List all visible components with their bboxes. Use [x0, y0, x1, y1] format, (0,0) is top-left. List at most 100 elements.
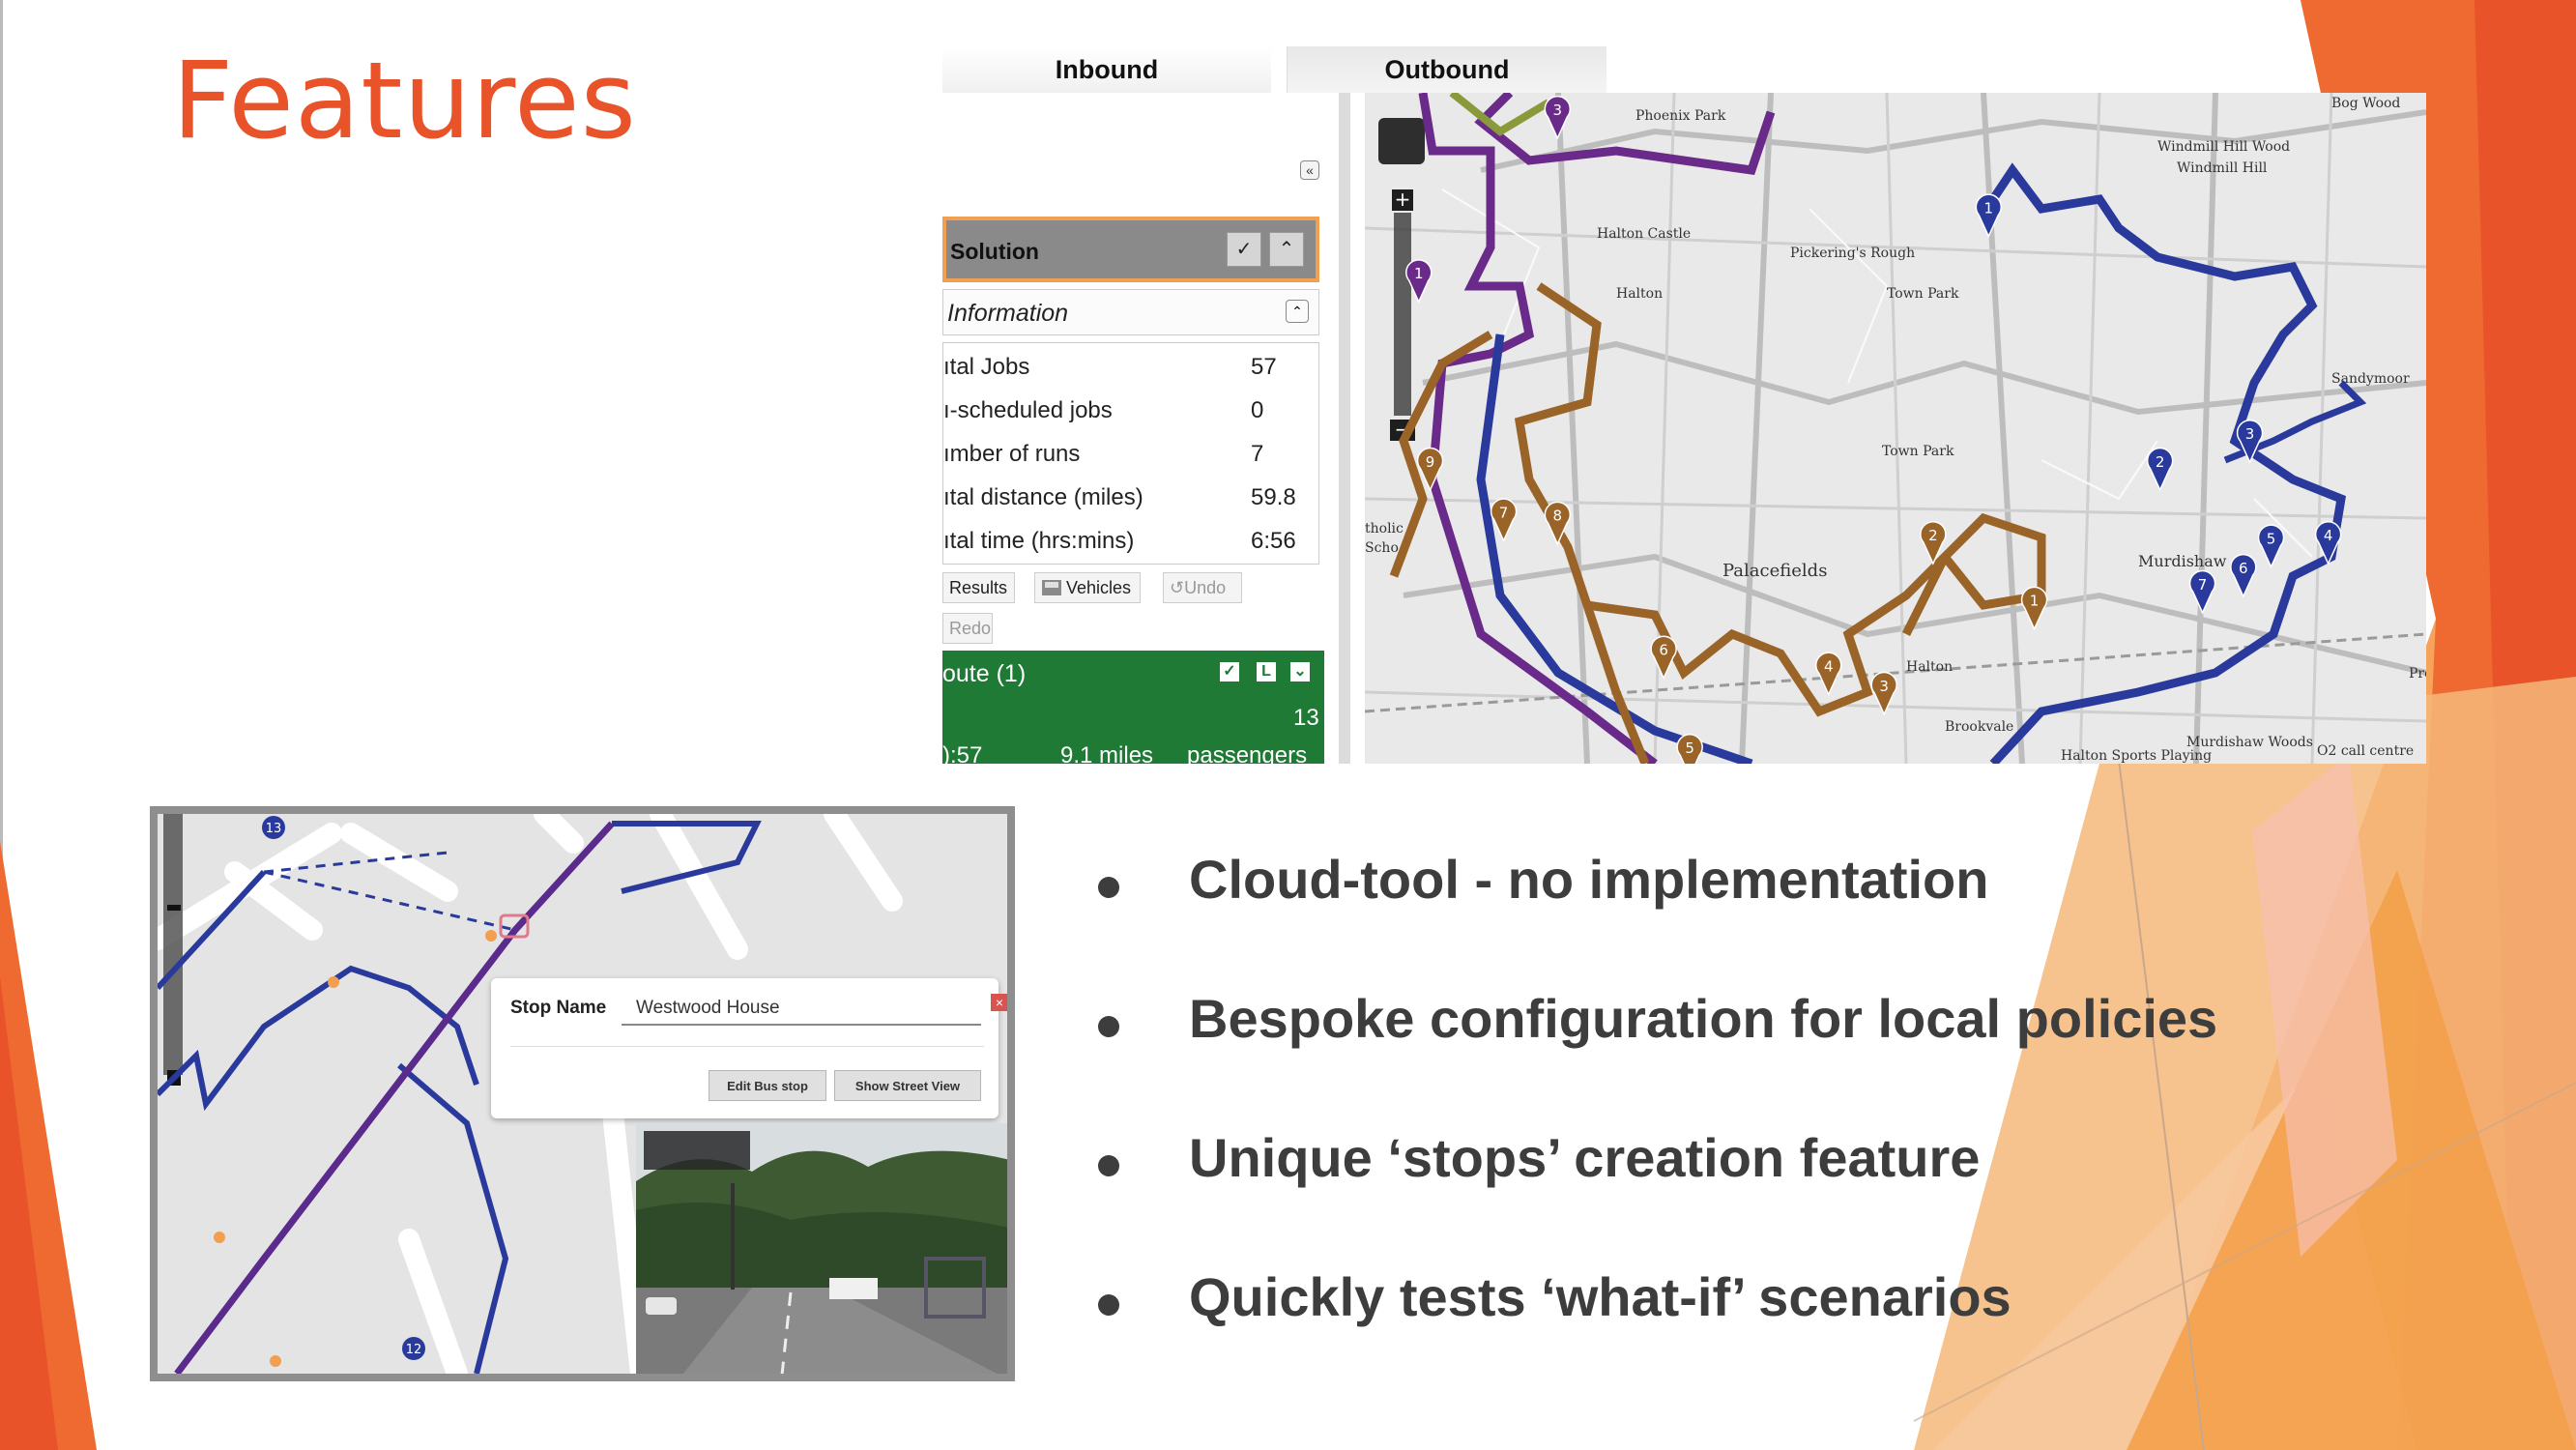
checkbox-icon[interactable]: ✓	[1227, 232, 1261, 267]
chevron-down-icon[interactable]: ⌄	[1290, 662, 1310, 682]
map-pin-label: 4	[2324, 527, 2333, 544]
information-header[interactable]: Information ⌃	[942, 289, 1319, 335]
zoom-slider[interactable]	[163, 814, 183, 1075]
map-pin-label: 5	[1685, 740, 1694, 757]
map-pin-label: 1	[2030, 593, 2040, 610]
vehicles-label: Vehicles	[1066, 577, 1132, 597]
undo-label: Undo	[1184, 577, 1227, 597]
route-l-button[interactable]: L	[1257, 662, 1276, 682]
bullet-icon	[1098, 877, 1119, 898]
place-label: tholic	[1365, 521, 1404, 536]
map-pin-label: 7	[1499, 504, 1509, 521]
place-label: Phoenix Park	[1635, 108, 1726, 124]
place-label: Scho	[1365, 540, 1399, 556]
undo-button[interactable]: ↺ Undo	[1163, 572, 1242, 603]
input-underline	[622, 1024, 981, 1026]
close-icon[interactable]: ×	[991, 994, 1007, 1011]
tab-inbound[interactable]: Inbound	[942, 46, 1271, 93]
map-pin-label: 2	[2156, 453, 2165, 471]
place-label: Bog Wood	[2331, 96, 2400, 111]
redo-button[interactable]: Redo	[942, 613, 993, 644]
place-label: Pickering's Rough	[1790, 246, 1915, 261]
stop-name-input[interactable]: Westwood House	[636, 998, 780, 1019]
route-map[interactable]: + − Phoenix Park Bog Wood Windmill Hill …	[1365, 93, 2426, 764]
stat-value: 57	[1251, 354, 1277, 380]
place-label: Windmill Hill	[2177, 160, 2268, 176]
place-label: O2 call centre	[2317, 743, 2414, 759]
route-time: ):57	[942, 742, 983, 764]
scheduler-panel: Inbound Outbound « Solution ✓ ⌃ Informat…	[942, 46, 2426, 764]
map-pin-label: 6	[2239, 560, 2248, 577]
vehicle-icon	[1042, 580, 1061, 595]
scrollbar[interactable]	[1339, 93, 1350, 764]
pan-control-icon[interactable]	[1378, 118, 1425, 164]
tab-outbound[interactable]: Outbound	[1287, 46, 1606, 93]
map-pin-label: 5	[2267, 530, 2276, 547]
table-row: ıtal time (hrs:mins) 6:56	[943, 522, 1320, 561]
stat-value: 6:56	[1251, 528, 1296, 554]
street-view-photo[interactable]	[636, 1123, 1007, 1374]
collapse-up-icon[interactable]: ⌃	[1286, 300, 1309, 323]
route-label: oute (1)	[942, 660, 1027, 687]
stat-value: 59.8	[1251, 484, 1296, 510]
zoom-slider[interactable]	[1394, 213, 1411, 416]
bullet-cloud-tool: Cloud-tool - no implementation	[1189, 849, 1989, 910]
bullet-bespoke-configuration: Bespoke configuration for local policies	[1189, 988, 2218, 1049]
checkbox-icon[interactable]: ✓	[1220, 662, 1239, 682]
place-label: Halton	[1906, 659, 1953, 675]
route-summary[interactable]: oute (1) ✓ L ⌄ 13 ):57 9.1 miles passeng…	[942, 651, 1324, 764]
solution-header[interactable]: Solution ✓ ⌃	[942, 217, 1319, 282]
route-distance: 9.1 miles	[1060, 742, 1154, 764]
stat-name: ımber of runs	[943, 441, 1081, 467]
stat-value: 0	[1251, 397, 1264, 423]
svg-text:+: +	[1395, 188, 1411, 211]
route-marker[interactable]: 12	[402, 1337, 425, 1360]
redo-label: Redo	[949, 618, 992, 638]
passengers-label: passengers	[1187, 742, 1308, 764]
solution-label: Solution	[950, 239, 1039, 264]
stop-popup: Stop Name Westwood House Edit Bus stop S…	[491, 978, 999, 1118]
undo-icon: ↺	[1170, 577, 1185, 597]
bullet-stops-creation: Unique ‘stops’ creation feature	[1189, 1127, 1981, 1188]
map-pin-label: 3	[1553, 102, 1563, 119]
stat-value: 7	[1251, 441, 1264, 467]
place-label: Murdishaw	[2138, 552, 2227, 570]
place-label: Brookvale	[1945, 719, 2013, 735]
collapse-up-icon[interactable]: ⌃	[1269, 232, 1304, 267]
results-button[interactable]: Results	[942, 572, 1015, 603]
place-label: Pre	[2409, 666, 2426, 682]
bullet-icon	[1098, 1155, 1119, 1176]
marker-label: 12	[406, 1343, 422, 1357]
place-label: Town Park	[1887, 286, 1959, 302]
stop-name-label: Stop Name	[510, 998, 607, 1018]
map-pin-label: 2	[1928, 527, 1938, 544]
double-chevron-left-icon[interactable]: «	[1300, 160, 1319, 180]
zoom-handle-icon[interactable]	[167, 905, 181, 911]
bullet-what-if: Quickly tests ‘what-if’ scenarios	[1189, 1266, 2012, 1327]
place-label: Palacefields	[1722, 561, 1827, 581]
table-row: ıtal distance (miles) 59.8	[943, 478, 1320, 517]
results-label: Results	[949, 577, 1008, 597]
map-pin-label: 6	[1659, 642, 1668, 659]
table-row: ımber of runs 7	[943, 435, 1320, 474]
route-marker[interactable]: 13	[262, 816, 285, 839]
information-label: Information	[947, 300, 1069, 327]
map-pin-label: 4	[1824, 657, 1834, 675]
map-pin-label: 1	[1984, 199, 1994, 217]
vehicles-button[interactable]: Vehicles	[1034, 572, 1141, 603]
bullet-icon	[1098, 1294, 1119, 1316]
stat-name: ı-scheduled jobs	[943, 397, 1113, 423]
show-street-view-button[interactable]: Show Street View	[834, 1070, 981, 1101]
map-pin-label: 1	[1414, 265, 1424, 282]
divider	[510, 1046, 984, 1047]
stat-name: ıtal time (hrs:mins)	[943, 528, 1135, 554]
bullet-icon	[1098, 1016, 1119, 1037]
map-pin-label: 7	[2198, 576, 2208, 594]
solution-sidebar: « Solution ✓ ⌃ Information ⌃ ıtal Jobs 5…	[942, 93, 1324, 764]
place-label: Halton Castle	[1597, 226, 1691, 242]
place-label: Windmill Hill Wood	[2157, 139, 2290, 155]
map-pin-label: 8	[1553, 508, 1563, 525]
edit-bus-stop-button[interactable]: Edit Bus stop	[709, 1070, 826, 1101]
place-label: Halton	[1616, 286, 1663, 302]
street-view-info-card[interactable]	[644, 1131, 750, 1170]
